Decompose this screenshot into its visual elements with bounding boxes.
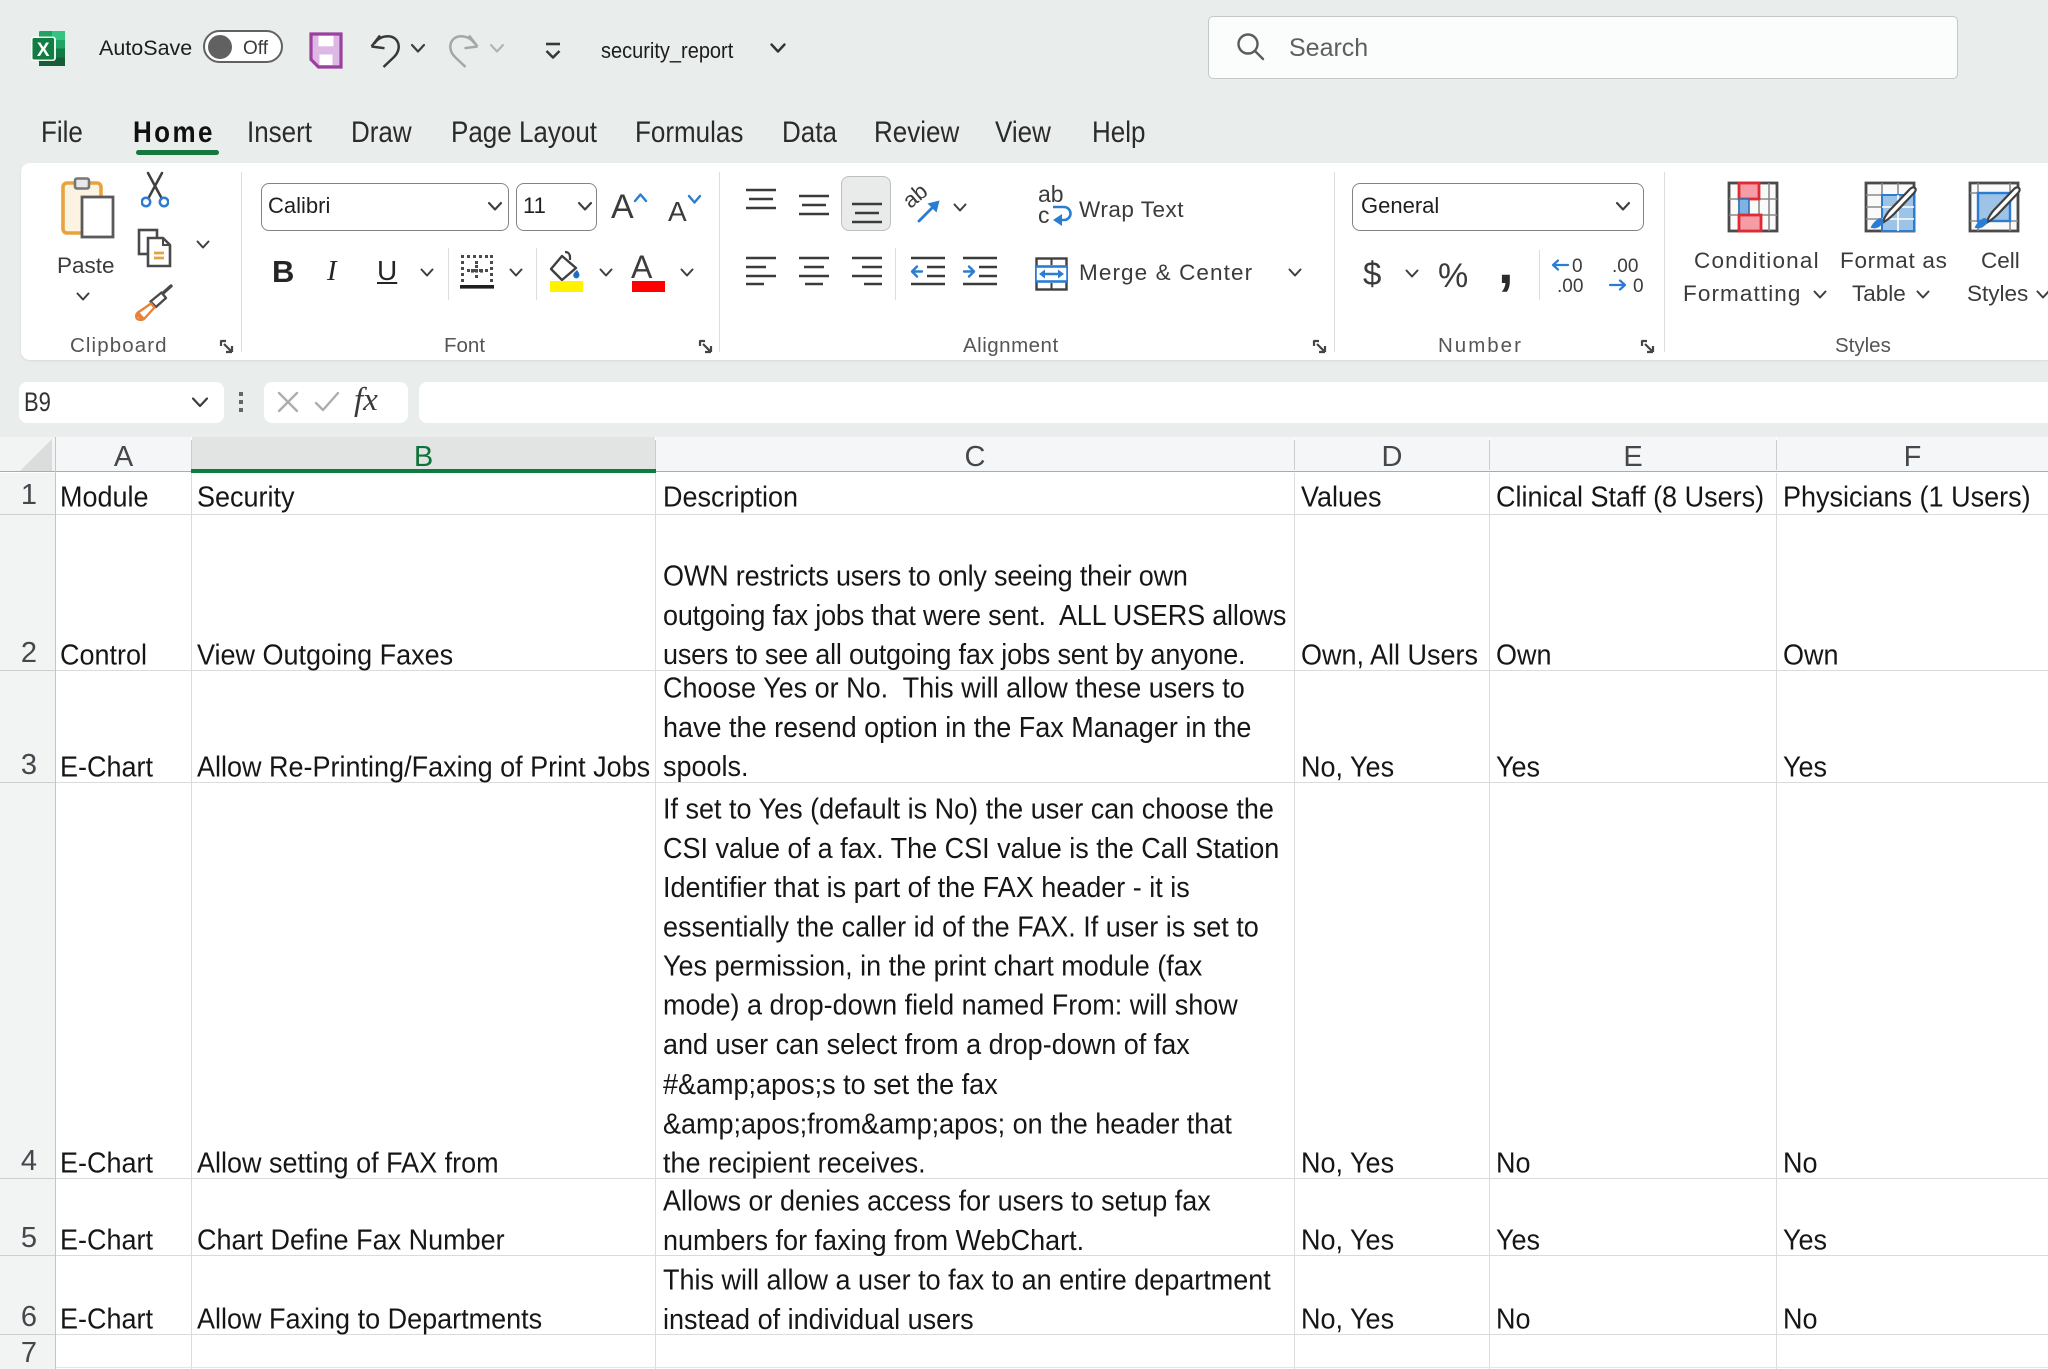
svg-text:.00: .00 bbox=[1612, 257, 1638, 277]
svg-text:0: 0 bbox=[1572, 257, 1583, 277]
svg-text:X: X bbox=[37, 40, 50, 61]
svg-text:.00: .00 bbox=[1557, 276, 1583, 295]
svg-text:0: 0 bbox=[1633, 276, 1644, 295]
